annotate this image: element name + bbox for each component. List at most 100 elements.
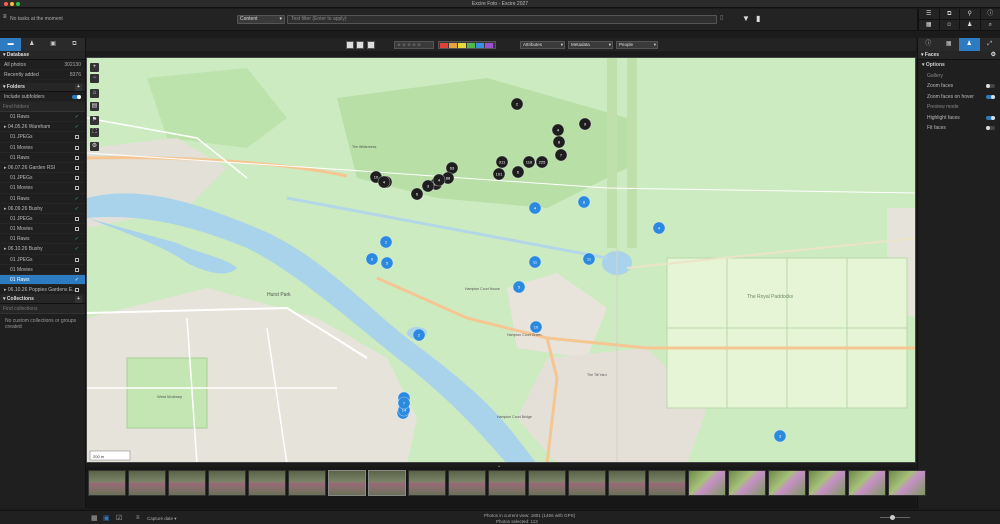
checklist-icon[interactable]: ☑ (116, 514, 122, 522)
info-icon[interactable]: ⓘ (979, 9, 1000, 20)
folder-item[interactable]: 01 Movies (0, 183, 85, 194)
people-dropdown[interactable]: People ▾ (616, 41, 658, 49)
view-single-icon[interactable] (346, 41, 354, 49)
settings-gear-icon[interactable]: ⚙ (90, 142, 99, 151)
map-pin-icon[interactable]: ⚲ (959, 9, 980, 20)
fit-faces-toggle[interactable] (986, 126, 995, 130)
highlight-faces-toggle[interactable] (986, 115, 995, 120)
folder-item[interactable]: 01 Movies (0, 143, 85, 153)
map-layer-icon[interactable]: ▤ (90, 102, 99, 111)
folder-item[interactable]: 01 Raws ✓ (0, 275, 85, 286)
check-icon[interactable]: ✓ (75, 112, 79, 122)
color-label-swatch[interactable] (476, 43, 484, 48)
filmstrip-thumbnail[interactable] (88, 470, 126, 496)
folder-item[interactable]: 01 JPEGs (0, 214, 85, 225)
tab-expand-icon[interactable]: ⤢ (980, 38, 1000, 51)
compare-icon[interactable]: ⧉ (938, 9, 959, 20)
filmstrip-thumbnail[interactable] (408, 470, 446, 496)
filmstrip-thumbnail[interactable] (368, 470, 406, 496)
folder-item[interactable]: 01 Movies (0, 224, 85, 235)
thumbnail-size-slider[interactable] (880, 517, 910, 518)
sort-capture-date[interactable]: Capture date ▾ (147, 516, 177, 522)
check-icon[interactable]: ✓ (75, 204, 79, 214)
checkbox[interactable] (75, 216, 79, 221)
map-view[interactable]: Hurst Park Hampton Court House Hampton C… (86, 57, 916, 463)
filmstrip-thumbnail[interactable] (688, 470, 726, 496)
grid-view-icon[interactable]: ▦ (918, 20, 939, 31)
filmstrip-thumbnail[interactable] (488, 470, 526, 496)
find-folders-input[interactable]: Find folders (0, 102, 85, 112)
tab-collections-icon[interactable]: ⧉ (64, 38, 85, 51)
folder-item[interactable]: 01 Raws ✓ (0, 194, 85, 204)
folder-item[interactable]: 01 JPEGs (0, 173, 85, 184)
folder-item[interactable]: 01 Raws (0, 153, 85, 163)
check-icon[interactable]: ✓ (75, 122, 79, 132)
folder-item[interactable]: ▸ 04.05.26 Wareham ✓ (0, 122, 85, 133)
checkbox[interactable] (75, 267, 79, 272)
filmstrip-thumbnail[interactable] (528, 470, 566, 496)
include-subfolders-row[interactable]: Include subfolders (0, 92, 85, 102)
gear-icon[interactable]: ⚙ (991, 51, 996, 60)
add-folder-button[interactable]: + (75, 84, 82, 91)
zoom-in-button[interactable]: + (90, 63, 99, 72)
options-header[interactable]: ▾ Options (918, 60, 1000, 71)
fit-faces-row[interactable]: Fit faces (918, 123, 1000, 134)
zoom-faces-toggle[interactable] (986, 84, 995, 88)
search-scope-dropdown[interactable]: Content ▾ (237, 15, 285, 24)
folder-item[interactable]: ▸ 06.10.26 Poppies Gardens E... (0, 285, 85, 296)
folder-item[interactable]: 01 Raws ✓ (0, 234, 85, 245)
tab-keywords-icon[interactable]: ▦ (939, 38, 960, 51)
color-label-swatch[interactable] (449, 43, 457, 48)
view-grid-icon[interactable] (367, 41, 375, 49)
folder-item[interactable]: 01 JPEGs (0, 255, 85, 265)
tab-albums-icon[interactable]: ▣ (43, 38, 64, 51)
tab-people-icon[interactable]: ♟ (21, 38, 42, 51)
checkbox[interactable] (75, 176, 79, 181)
database-row-all[interactable]: All photos 302130 (0, 60, 85, 70)
find-collections-input[interactable]: Find collections (0, 304, 85, 315)
tab-info-icon[interactable]: ⓘ (918, 38, 939, 51)
filmstrip-thumbnail[interactable] (608, 470, 646, 496)
map-view-button-icon[interactable]: ▣ (103, 514, 110, 522)
filmstrip[interactable] (86, 467, 926, 509)
attributes-dropdown[interactable]: Attributes ▾ (520, 41, 565, 49)
check-icon[interactable]: ✓ (75, 275, 79, 285)
filmstrip-thumbnail[interactable] (288, 470, 326, 496)
checkbox[interactable] (75, 257, 79, 262)
filmstrip-thumbnail[interactable] (248, 470, 286, 496)
star-rating-filter[interactable]: ☆☆☆☆☆ (394, 41, 434, 49)
view-strip-icon[interactable] (356, 41, 364, 49)
color-label-swatch[interactable] (440, 43, 448, 48)
color-label-swatch[interactable] (467, 43, 475, 48)
checkbox[interactable] (75, 288, 79, 293)
color-label-swatch[interactable] (485, 43, 493, 48)
home-icon[interactable]: ⌂ (90, 89, 99, 98)
metadata-dropdown[interactable]: Metadata ▾ (568, 41, 613, 49)
folder-item[interactable]: 01 Movies (0, 265, 85, 275)
filmstrip-thumbnail[interactable] (888, 470, 926, 496)
database-section-header[interactable]: ▾ Database (0, 51, 85, 60)
filmstrip-thumbnail[interactable] (848, 470, 886, 496)
check-icon[interactable]: ✓ (75, 234, 79, 244)
clear-filter-icon[interactable]: ▯ (720, 14, 723, 21)
highlight-faces-row[interactable]: Highlight faces (918, 113, 1000, 124)
folder-item[interactable]: ▸ 06.10.26 Bushy ✓ (0, 244, 85, 255)
filmstrip-thumbnail[interactable] (648, 470, 686, 496)
face-icon[interactable]: ☺ (938, 20, 959, 31)
add-collection-button[interactable]: + (75, 296, 82, 304)
check-icon[interactable]: ✓ (75, 194, 79, 204)
search-icon[interactable]: ⌕ (979, 20, 1000, 31)
zoom-on-hover-row[interactable]: Zoom faces on hover (918, 92, 1000, 103)
folders-section-header[interactable]: ▾ Folders + (0, 83, 85, 92)
filmstrip-thumbnail[interactable] (568, 470, 606, 496)
filter-icon[interactable]: ▼ (742, 14, 750, 23)
filmstrip-thumbnail[interactable] (168, 470, 206, 496)
filmstrip-thumbnail[interactable] (128, 470, 166, 496)
pin-icon[interactable]: ⚑ (90, 116, 99, 125)
collections-section-header[interactable]: ▾ Collections + (0, 295, 85, 305)
folder-item[interactable]: 01 JPEGs (0, 132, 85, 143)
checkbox[interactable] (75, 186, 79, 191)
checkbox[interactable] (75, 165, 79, 170)
faces-section-header[interactable]: ▾ Faces ⚙ (918, 51, 1000, 60)
filmstrip-thumbnail[interactable] (768, 470, 806, 496)
